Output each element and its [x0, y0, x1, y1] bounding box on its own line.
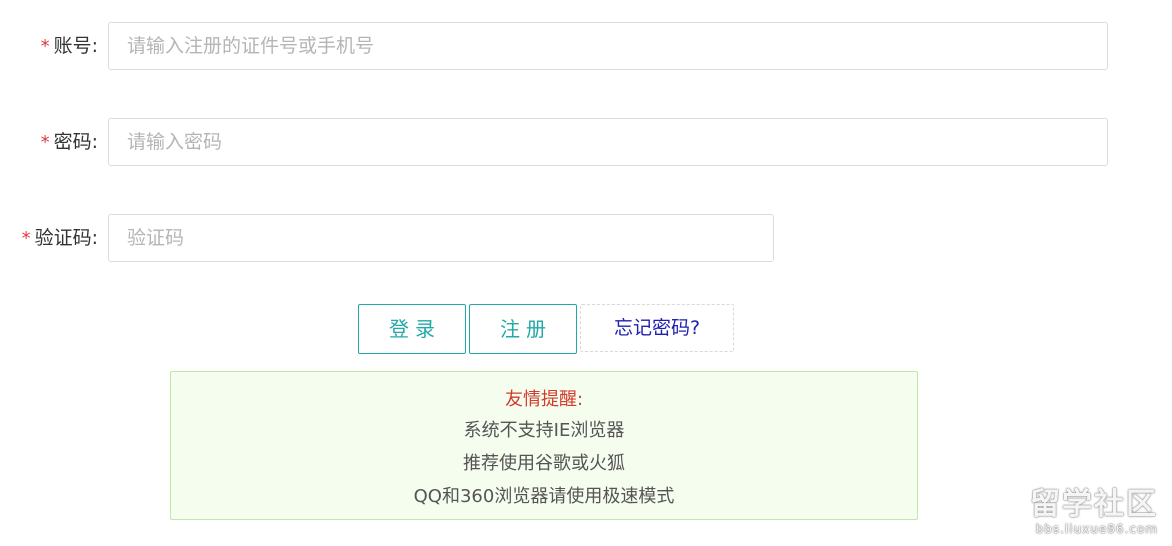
login-button[interactable]: 登录 [358, 304, 466, 354]
forgot-password-link[interactable]: 忘记密码? [580, 304, 734, 352]
notice-line: QQ和360浏览器请使用极速模式 [413, 486, 675, 507]
captcha-label: * 验证码: [22, 214, 98, 262]
watermark-url-text: bbs.liuxue86.com [1035, 522, 1158, 536]
captcha-input[interactable] [108, 214, 774, 262]
required-mark: * [40, 132, 50, 153]
account-label-text: 账号: [53, 35, 98, 57]
password-label-text: 密码: [53, 131, 98, 153]
notice-line: 推荐使用谷歌或火狐 [463, 453, 625, 474]
password-row: * 密码: [0, 118, 1172, 166]
site-watermark: 留学社区 bbs.liuxue86.com [998, 488, 1158, 538]
password-input[interactable] [108, 118, 1108, 166]
captcha-label-text: 验证码: [34, 227, 98, 249]
notice-box: 友情提醒: 系统不支持IE浏览器 推荐使用谷歌或火狐 QQ和360浏览器请使用极… [170, 371, 918, 520]
watermark-main-text: 留学社区 [1030, 487, 1158, 522]
register-button[interactable]: 注册 [469, 304, 577, 354]
account-input[interactable] [108, 22, 1108, 70]
account-row: * 账号: [0, 22, 1172, 70]
notice-title: 友情提醒: [504, 389, 584, 410]
password-label: * 密码: [41, 118, 98, 166]
required-mark: * [40, 36, 50, 57]
notice-line: 系统不支持IE浏览器 [463, 420, 625, 441]
account-label: * 账号: [41, 22, 98, 70]
captcha-row: * 验证码: [0, 214, 1172, 262]
required-mark: * [21, 228, 31, 249]
